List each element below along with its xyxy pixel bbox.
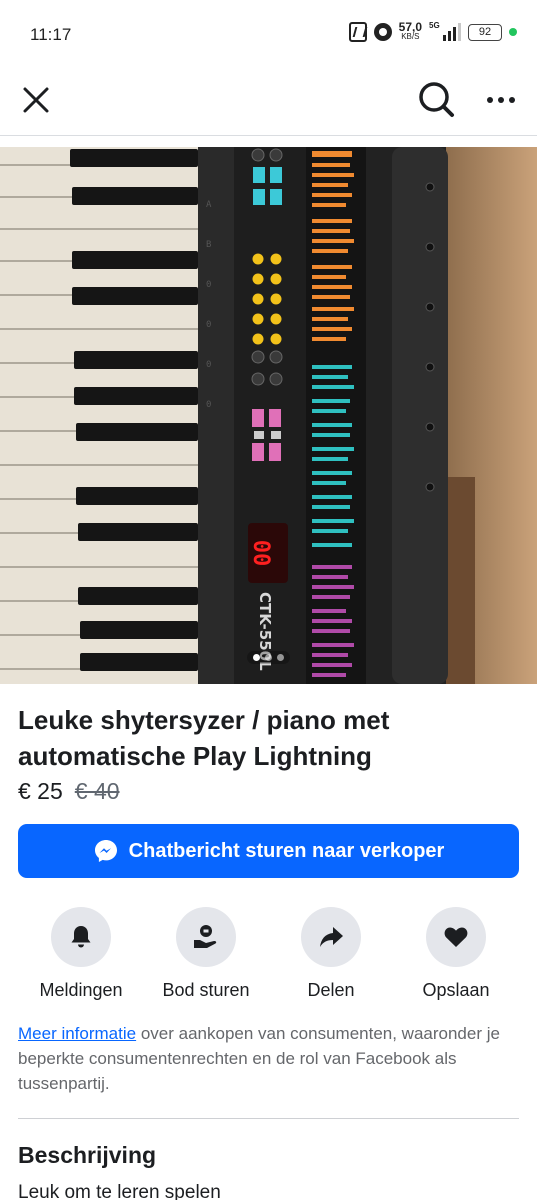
- svg-text:0: 0: [206, 400, 211, 410]
- more-info-link[interactable]: Meer informatie: [18, 1024, 136, 1043]
- listing-photo[interactable]: AB0 000 00 CTK-550L: [0, 147, 537, 684]
- network-type-label: 5G: [429, 21, 440, 30]
- signal-icon: 5G: [429, 21, 461, 41]
- description-heading: Beschrijving: [18, 1142, 157, 1168]
- save-action[interactable]: Opslaan: [393, 907, 519, 1001]
- save-circle: [426, 907, 486, 967]
- keyboard-image: AB0 000 00 CTK-550L: [0, 147, 537, 684]
- status-dot: [509, 28, 517, 36]
- network-speed: 57,0 KB/S: [398, 20, 422, 41]
- notifications-circle: [51, 907, 111, 967]
- notifications-action[interactable]: Meldingen: [18, 907, 144, 1001]
- more-options-button[interactable]: [482, 82, 522, 118]
- more-icon: [487, 97, 515, 103]
- notifications-label: Meldingen: [39, 980, 123, 1000]
- price-row: € 25 € 40: [18, 778, 120, 805]
- svg-text:B: B: [206, 240, 211, 250]
- share-action[interactable]: Delen: [268, 907, 394, 1001]
- heart-icon: [444, 927, 468, 947]
- messenger-icon: [94, 840, 117, 862]
- battery-indicator: 92: [468, 23, 502, 41]
- share-circle: [301, 907, 361, 967]
- save-label: Opslaan: [422, 980, 490, 1000]
- status-time: 11:17: [30, 25, 72, 44]
- send-offer-action[interactable]: Bod sturen: [143, 907, 269, 1001]
- status-icons: 57,0 KB/S 5G 92: [348, 20, 517, 42]
- message-seller-label: Chatbericht sturen naar verkoper: [128, 839, 445, 862]
- message-seller-button[interactable]: Chatbericht sturen naar verkoper: [18, 824, 519, 878]
- send-offer-circle: [176, 907, 236, 967]
- nfc-icon: [348, 22, 367, 42]
- alarm-icon: [373, 23, 392, 41]
- action-row: Meldingen Bod sturen Delen Opslaan: [0, 907, 537, 1007]
- display-readout: 00: [248, 540, 273, 567]
- listing-price: € 25: [18, 778, 63, 804]
- offer-icon: [194, 925, 217, 948]
- svg-text:0: 0: [206, 320, 211, 330]
- bell-icon: [71, 926, 91, 948]
- svg-text:0: 0: [206, 360, 211, 370]
- svg-text:A: A: [206, 200, 212, 210]
- search-icon: [419, 82, 454, 117]
- carousel-dot[interactable]: [265, 654, 272, 661]
- consumer-info-text: Meer informatie over aankopen van consum…: [18, 1021, 523, 1096]
- share-label: Delen: [307, 980, 355, 1000]
- close-button[interactable]: [18, 82, 54, 118]
- carousel-dot[interactable]: [253, 654, 260, 661]
- close-icon: [23, 87, 49, 113]
- carousel-dots: [247, 651, 290, 664]
- network-speed-value: 57,0: [398, 20, 422, 34]
- share-icon: [320, 927, 343, 947]
- section-divider: [18, 1118, 519, 1119]
- original-price: € 40: [74, 778, 120, 804]
- description-text: Leuk om te leren spelen: [18, 1182, 221, 1200]
- carousel-dot[interactable]: [277, 654, 284, 661]
- svg-text:0: 0: [206, 280, 211, 290]
- listing-title: Leuke shytersyzer / piano met automatisc…: [18, 705, 390, 771]
- top-nav: [0, 70, 537, 136]
- network-speed-unit: KB/S: [401, 32, 420, 41]
- send-offer-label: Bod sturen: [162, 980, 250, 1000]
- search-button[interactable]: [415, 78, 457, 120]
- status-bar: 11:17 57,0 KB/S 5G 92: [0, 0, 537, 70]
